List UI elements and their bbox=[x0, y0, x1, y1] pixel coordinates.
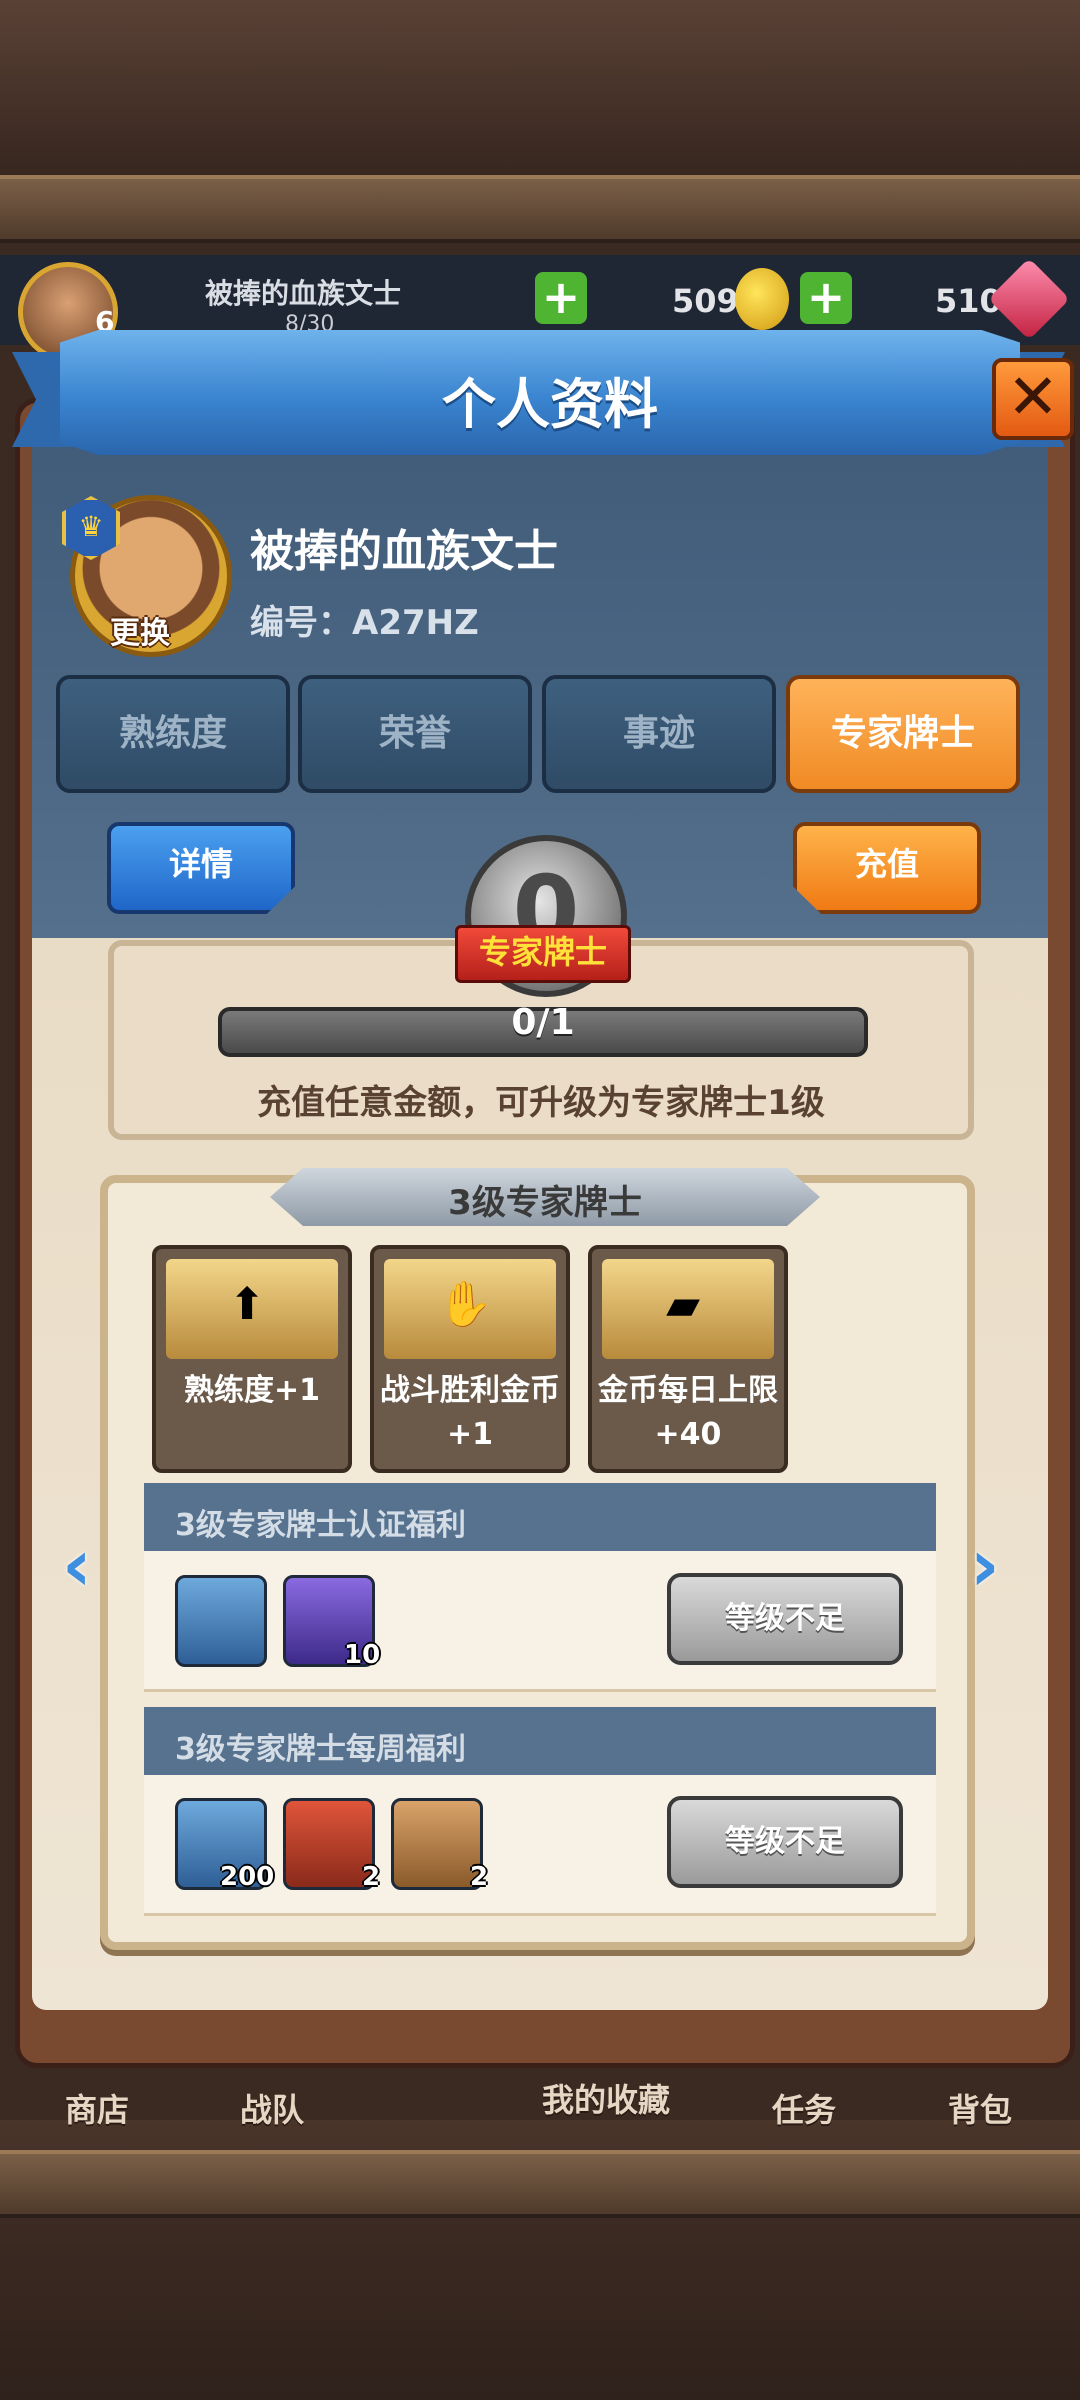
perk-label: 金币每日上限+40 bbox=[598, 1373, 778, 1452]
nav-shop[interactable]: 商店 bbox=[65, 2085, 129, 2131]
recharge-button[interactable]: 充值 bbox=[793, 822, 981, 914]
detail-button[interactable]: 详情 bbox=[107, 822, 295, 914]
certification-claim-button[interactable]: 等级不足 bbox=[667, 1573, 903, 1665]
previous-level-arrow[interactable]: ‹ bbox=[62, 1525, 102, 1605]
nav-tasks[interactable]: 任务 bbox=[772, 2085, 836, 2131]
dragon-avatar-icon[interactable] bbox=[175, 1575, 267, 1667]
tab-achievements[interactable]: 事迹 bbox=[542, 675, 776, 793]
coin-count: 509 bbox=[672, 282, 739, 320]
change-avatar-label[interactable]: 更换 bbox=[110, 608, 170, 652]
gold-chest-icon: ▰ bbox=[666, 1278, 700, 1330]
weekly-title: 3级专家牌士每周福利 bbox=[175, 1732, 466, 1767]
certification-title: 3级专家牌士认证福利 bbox=[175, 1508, 466, 1543]
player-name: 被捧的血族文士 bbox=[205, 277, 402, 310]
coin-hand-icon: ✋ bbox=[437, 1279, 493, 1330]
nav-bag[interactable]: 背包 bbox=[948, 2085, 1012, 2131]
weekly-claim-button[interactable]: 等级不足 bbox=[667, 1796, 903, 1888]
progress-text: 0/1 bbox=[511, 1002, 575, 1043]
coin-icon bbox=[735, 268, 789, 330]
tab-honor[interactable]: 荣誉 bbox=[298, 675, 532, 793]
profile-id: 编号：A27HZ bbox=[250, 603, 479, 643]
perk-card: ⬆ 熟练度+1 bbox=[152, 1245, 352, 1473]
card-pouch-count: 2 bbox=[470, 1862, 489, 1892]
modal-title: 个人资料 bbox=[442, 373, 658, 436]
background-band bbox=[0, 175, 1080, 243]
nav-team[interactable]: 战队 bbox=[240, 2085, 304, 2131]
close-button[interactable]: ✕ bbox=[992, 358, 1074, 440]
next-level-arrow[interactable]: › bbox=[970, 1525, 1010, 1605]
perk-label: 战斗胜利金币+1 bbox=[380, 1373, 560, 1452]
perk-card: ▰ 金币每日上限+40 bbox=[588, 1245, 788, 1473]
tab-expert[interactable]: 专家牌士 bbox=[786, 675, 1020, 793]
upgrade-description: 充值任意金额，可升级为专家牌士1级 bbox=[257, 1083, 825, 1123]
add-gems-button[interactable]: + bbox=[800, 272, 852, 324]
expert-badge-label: 专家牌士 bbox=[455, 925, 631, 983]
perk-card: ✋ 战斗胜利金币+1 bbox=[370, 1245, 570, 1473]
profile-name: 被捧的血族文士 bbox=[250, 526, 558, 577]
background-bottom-band bbox=[0, 2150, 1080, 2218]
nav-collection[interactable]: 我的收藏 bbox=[542, 2075, 670, 2121]
level-card-title: 3级专家牌士 bbox=[448, 1183, 642, 1223]
level-up-icon: ⬆ bbox=[228, 1278, 266, 1330]
treasure-chest-count: 2 bbox=[362, 1862, 381, 1892]
gold-coin-count: 200 bbox=[220, 1862, 275, 1892]
tab-proficiency[interactable]: 熟练度 bbox=[56, 675, 290, 793]
add-coins-button[interactable]: + bbox=[535, 272, 587, 324]
card-pack-count: 10 bbox=[344, 1640, 381, 1670]
perk-label: 熟练度+1 bbox=[183, 1373, 320, 1408]
